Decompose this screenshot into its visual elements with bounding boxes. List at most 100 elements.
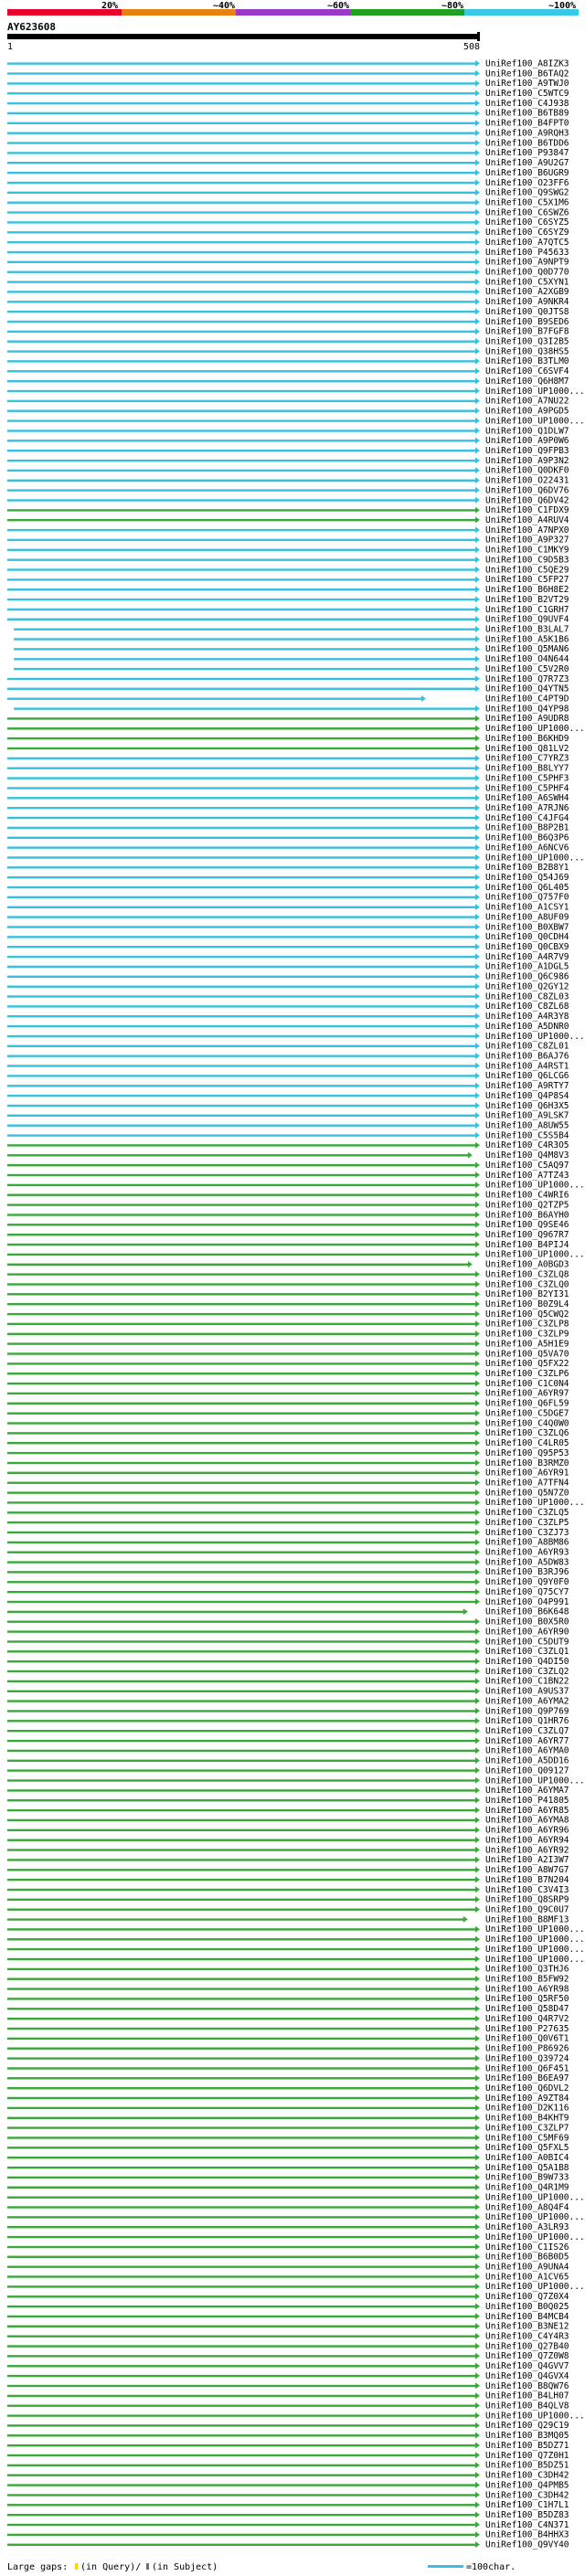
hit-label[interactable]: UniRef100_Q6L405 [485, 883, 569, 893]
hit-bar[interactable] [7, 1700, 476, 1702]
hit-bar[interactable] [7, 1630, 476, 1633]
hit-label[interactable]: UniRef100_A4RST1 [485, 1061, 569, 1071]
hit-bar[interactable] [7, 1342, 476, 1345]
hit-bar[interactable] [7, 1362, 476, 1365]
hit-bar[interactable] [14, 638, 476, 641]
hit-label[interactable]: UniRef100_B7FGF8 [485, 327, 569, 337]
hit-bar[interactable] [7, 777, 476, 779]
hit-label[interactable]: UniRef100_B6UGR9 [485, 168, 569, 178]
hit-bar[interactable] [7, 2206, 476, 2209]
hit-bar[interactable] [7, 2325, 476, 2327]
hit-label[interactable]: UniRef100_B7N204 [485, 1875, 569, 1885]
hit-label[interactable]: UniRef100_B8LYY7 [485, 764, 569, 774]
hit-label[interactable]: UniRef100_P27635 [485, 2024, 569, 2034]
hit-label[interactable]: UniRef100_A6NCV6 [485, 843, 569, 853]
hit-label[interactable]: UniRef100_Q4P8S4 [485, 1091, 569, 1101]
hit-label[interactable]: UniRef100_B6TAQ2 [485, 69, 569, 79]
hit-bar[interactable] [7, 608, 476, 611]
hit-label[interactable]: UniRef100_B9SED6 [485, 317, 569, 327]
hit-label[interactable]: UniRef100_C3ZLP6 [485, 1369, 569, 1379]
hit-bar[interactable] [7, 171, 476, 175]
hit-bar[interactable] [7, 489, 476, 492]
hit-bar[interactable] [7, 1898, 476, 1901]
hit-bar[interactable] [7, 2106, 476, 2110]
hit-bar[interactable] [7, 211, 476, 214]
hit-label[interactable]: UniRef100_UP1000... [485, 2411, 585, 2421]
hit-bar[interactable] [7, 1024, 476, 1028]
hit-label[interactable]: UniRef100_C5QE29 [485, 565, 569, 575]
hit-label[interactable]: UniRef100_A9P327 [485, 535, 569, 546]
hit-bar[interactable] [7, 509, 476, 512]
hit-label[interactable]: UniRef100_Q0V6T1 [485, 2034, 569, 2044]
hit-bar[interactable] [7, 1214, 476, 1216]
hit-label[interactable]: UniRef100_B3NE12 [485, 2322, 569, 2332]
hit-label[interactable]: UniRef100_C3ZLQ8 [485, 1269, 569, 1279]
hit-bar[interactable] [7, 1591, 476, 1594]
hit-bar[interactable] [7, 2087, 476, 2090]
hit-bar[interactable] [7, 221, 476, 224]
hit-bar[interactable] [7, 588, 476, 591]
hit-label[interactable]: UniRef100_UP1000... [485, 416, 585, 426]
hit-bar[interactable] [7, 1114, 476, 1117]
hit-bar[interactable] [7, 1730, 476, 1733]
hit-bar[interactable] [7, 816, 476, 820]
hit-label[interactable]: UniRef100_P86926 [485, 2044, 569, 2054]
hit-label[interactable]: UniRef100_C8ZL01 [485, 1042, 569, 1052]
hit-bar[interactable] [7, 677, 476, 681]
hit-bar[interactable] [7, 260, 476, 263]
hit-bar[interactable] [7, 2434, 476, 2437]
hit-label[interactable]: UniRef100_B0Z9L4 [485, 1299, 569, 1309]
hit-label[interactable]: UniRef100_Q6FL59 [485, 1399, 569, 1409]
hit-label[interactable]: UniRef100_B6AYH0 [485, 1210, 569, 1220]
hit-bar[interactable] [7, 1273, 476, 1276]
hit-bar[interactable] [7, 1352, 476, 1355]
hit-label[interactable]: UniRef100_P45633 [485, 248, 569, 258]
hit-label[interactable]: UniRef100_Q58D47 [485, 2004, 569, 2014]
hit-label[interactable]: UniRef100_A9PGD5 [485, 407, 569, 417]
hit-bar[interactable] [7, 797, 476, 800]
hit-label[interactable]: UniRef100_A2XGB9 [485, 287, 569, 297]
hit-label[interactable]: UniRef100_UP1000... [485, 2212, 585, 2222]
hit-label[interactable]: UniRef100_C5X1M6 [485, 198, 569, 208]
hit-bar[interactable] [7, 1789, 476, 1792]
hit-label[interactable]: UniRef100_Q5FXL5 [485, 2143, 569, 2153]
hit-bar[interactable] [7, 1322, 476, 1326]
hit-bar[interactable] [7, 1293, 476, 1296]
hit-label[interactable]: UniRef100_Q1HR76 [485, 1716, 569, 1726]
hit-bar[interactable] [7, 985, 476, 988]
hit-bar[interactable] [7, 479, 476, 482]
hit-label[interactable]: UniRef100_B2VT29 [485, 595, 569, 605]
hit-bar[interactable] [7, 132, 476, 134]
hit-bar[interactable] [7, 885, 476, 889]
hit-bar[interactable] [7, 1918, 464, 1921]
hit-label[interactable]: UniRef100_Q6DV42 [485, 495, 569, 505]
hit-label[interactable]: UniRef100_C1H7L1 [485, 2500, 569, 2510]
hit-label[interactable]: UniRef100_C5DGE7 [485, 1409, 569, 1419]
hit-label[interactable]: UniRef100_UP1000... [485, 2232, 585, 2242]
hit-bar[interactable] [7, 1075, 476, 1077]
hit-bar[interactable] [7, 380, 476, 383]
hit-label[interactable]: UniRef100_A5DNR0 [485, 1022, 569, 1032]
hit-label[interactable]: UniRef100_B5DZ71 [485, 2441, 569, 2451]
hit-label[interactable]: UniRef100_Q4GVX4 [485, 2371, 569, 2381]
hit-label[interactable]: UniRef100_O4N644 [485, 654, 569, 664]
hit-label[interactable]: UniRef100_Q5MAN6 [485, 644, 569, 654]
hit-label[interactable]: UniRef100_Q4R1M9 [485, 2183, 569, 2193]
hit-bar[interactable] [7, 1005, 476, 1008]
hit-label[interactable]: UniRef100_Q39724 [485, 2053, 569, 2063]
hit-label[interactable]: UniRef100_Q4PMB5 [485, 2480, 569, 2490]
hit-bar[interactable] [7, 1422, 476, 1425]
hit-label[interactable]: UniRef100_C4N371 [485, 2520, 569, 2530]
hit-label[interactable]: UniRef100_UP1000... [485, 1945, 585, 1955]
hit-bar[interactable] [7, 1373, 476, 1375]
hit-label[interactable]: UniRef100_Q0CDH4 [485, 932, 569, 942]
hit-label[interactable]: UniRef100_UP1000... [485, 1924, 585, 1935]
hit-bar[interactable] [7, 568, 476, 571]
hit-label[interactable]: UniRef100_C6SVF4 [485, 366, 569, 376]
hit-bar[interactable] [7, 122, 476, 124]
hit-bar[interactable] [7, 1957, 476, 1961]
hit-bar[interactable] [7, 2067, 476, 2070]
hit-bar[interactable] [7, 697, 422, 700]
hit-label[interactable]: UniRef100_Q9VY40 [485, 2540, 569, 2550]
hit-bar[interactable] [7, 1015, 476, 1018]
